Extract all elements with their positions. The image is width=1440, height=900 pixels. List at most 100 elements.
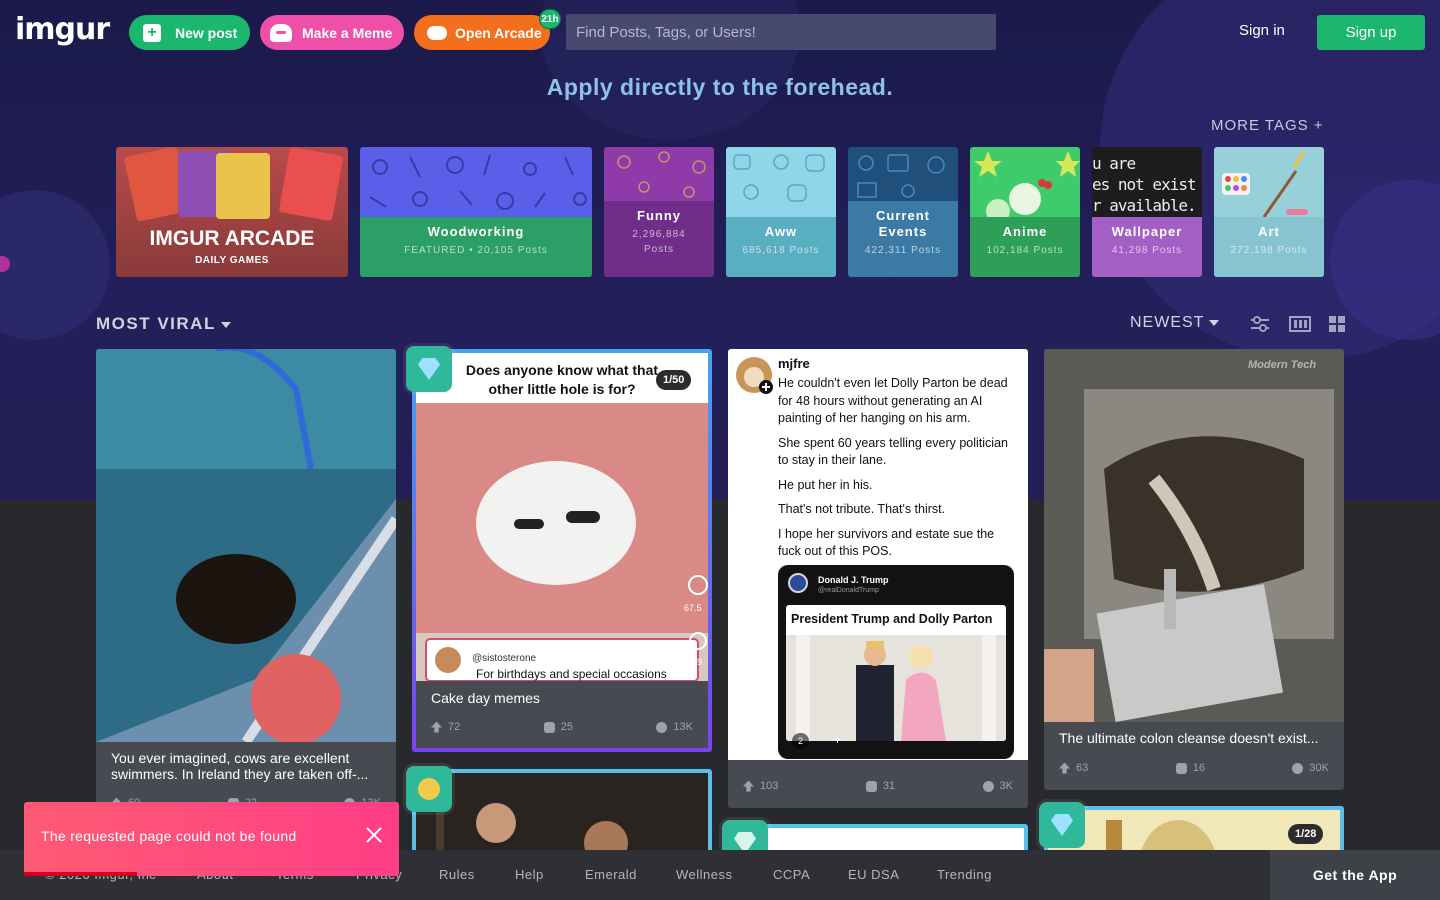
- eye-icon: [656, 721, 668, 733]
- trophy-gem-icon: [1039, 802, 1085, 848]
- footer-link-trending[interactable]: Trending: [937, 867, 992, 882]
- post-title: Cake day memes: [431, 690, 540, 706]
- tag-band: Art 272,198 Posts: [1214, 217, 1324, 277]
- album-counter: 1/28: [1288, 824, 1324, 844]
- close-icon[interactable]: [365, 826, 383, 844]
- tag-sub: 422,311 Posts: [864, 245, 942, 256]
- tag-sub: DAILY GAMES: [195, 255, 269, 266]
- avatar: [736, 357, 773, 394]
- sign-up-button[interactable]: Sign up: [1317, 15, 1425, 50]
- tag-band: Funny 2,296,884 Posts: [604, 201, 714, 277]
- post-image: [96, 349, 396, 742]
- meme-face-icon: [270, 23, 292, 42]
- eye-icon: [982, 780, 994, 792]
- footer-link-eu-dsa[interactable]: EU DSA: [848, 867, 899, 882]
- tag-imgur-arcade[interactable]: IMGUR ARCADE DAILY GAMES: [116, 147, 348, 277]
- footer-link-rules[interactable]: Rules: [439, 867, 475, 882]
- upvote-icon: [743, 780, 754, 792]
- open-arcade-button[interactable]: Open Arcade: [414, 15, 550, 50]
- get-app-button[interactable]: Get the App: [1270, 850, 1440, 900]
- embed-counter: 2: [792, 733, 810, 749]
- upvote-count: 103: [743, 780, 778, 792]
- footer-link-help[interactable]: Help: [515, 867, 544, 882]
- tag-name: Woodworking: [427, 224, 525, 239]
- upvote-count: 63: [1059, 762, 1088, 774]
- tag-name: Art: [1258, 224, 1280, 239]
- make-meme-label: Make a Meme: [302, 24, 393, 41]
- post-author: mjfre: [778, 356, 810, 371]
- search-input[interactable]: [566, 14, 996, 50]
- upvote-icon: [1059, 762, 1070, 774]
- image-comments: 49: [692, 657, 703, 667]
- album-counter: 1/50: [656, 370, 692, 390]
- open-arcade-label: Open Arcade: [455, 24, 542, 41]
- embed-name: Donald J. Trump: [818, 575, 889, 585]
- embedded-post: Donald J. Trump @realDonaldTrump Preside…: [778, 565, 1014, 759]
- plus-icon: +: [143, 23, 161, 42]
- view-count: 3K: [982, 780, 1013, 792]
- make-meme-button[interactable]: Make a Meme: [260, 15, 404, 50]
- sign-in-link[interactable]: Sign in: [1239, 22, 1285, 39]
- post-stats: 63 16 30K: [1059, 762, 1329, 774]
- footer-link-emerald[interactable]: Emerald: [585, 867, 637, 882]
- view-count: 30K: [1292, 762, 1329, 774]
- filter-icon[interactable]: [1250, 315, 1270, 333]
- embed-title: President Trump and Dolly Parton: [791, 612, 993, 626]
- footer-link-ccpa[interactable]: CCPA: [773, 867, 810, 882]
- tag-name: Funny: [637, 208, 681, 223]
- tag-aww[interactable]: Aww 685,618 Posts: [726, 147, 836, 277]
- post-stats: 103 31 3K: [743, 780, 1013, 792]
- post-title: You ever imagined, cows are excellent sw…: [111, 750, 369, 782]
- section-sort-dropdown[interactable]: MOST VIRAL: [96, 314, 231, 334]
- comment-count: 25: [543, 721, 573, 733]
- post-card[interactable]: mjfre He couldn't even let Dolly Parton …: [728, 349, 1028, 808]
- embed-image: [786, 635, 1006, 741]
- comment-count: 16: [1175, 762, 1205, 774]
- tag-woodworking[interactable]: Woodworking FEATURED • 20,105 Posts: [360, 147, 592, 277]
- tag-sub: 102,184 Posts: [986, 245, 1064, 256]
- wallpaper-image-text: u are es not exist r available.: [1092, 154, 1197, 215]
- tag-anime[interactable]: Anime 102,184 Posts: [970, 147, 1080, 277]
- post-card[interactable]: You ever imagined, cows are excellent sw…: [96, 349, 396, 819]
- eye-icon: [1292, 762, 1304, 774]
- view-count: 13K: [656, 721, 693, 733]
- plus-icon: +: [834, 733, 842, 747]
- post-text: He couldn't even let Dolly Parton be dea…: [778, 376, 1008, 558]
- new-post-button[interactable]: + New post: [129, 15, 250, 50]
- order-sort-dropdown[interactable]: NEWEST: [1130, 314, 1220, 332]
- tag-wallpaper[interactable]: u are es not exist r available. Wallpape…: [1092, 147, 1202, 277]
- upvote-count: 72: [431, 721, 460, 733]
- tag-sub: 41,298 Posts: [1111, 245, 1183, 256]
- trophy-gem-icon: [406, 766, 452, 812]
- grid-view-icon[interactable]: [1327, 315, 1347, 333]
- list-view-icon[interactable]: [1289, 315, 1311, 333]
- tag-funny[interactable]: Funny 2,296,884 Posts: [604, 147, 714, 277]
- post-title: The ultimate colon cleanse doesn't exist…: [1059, 730, 1319, 746]
- post-stats: 72 25 13K: [431, 721, 693, 733]
- tag-band: Anime 102,184 Posts: [970, 217, 1080, 277]
- post-card[interactable]: Modern Tech The ultimate colon cleanse d…: [1044, 349, 1344, 790]
- tag-art[interactable]: Art 272,198 Posts: [1214, 147, 1324, 277]
- image-watermark: Modern Tech: [1248, 359, 1317, 371]
- footer-link-wellness[interactable]: Wellness: [676, 867, 733, 882]
- tag-name: IMGUR ARCADE: [149, 227, 315, 250]
- imgur-logo[interactable]: imgur: [15, 12, 110, 47]
- tag-name: Aww: [764, 224, 798, 239]
- image-handle: @sistosterone: [472, 653, 537, 664]
- post-image: [1044, 349, 1344, 722]
- comment-icon: [865, 780, 877, 792]
- arcade-timer-badge: 21h: [539, 9, 561, 29]
- gamepad-icon: [427, 25, 447, 40]
- tag-band: Woodworking FEATURED • 20,105 Posts: [360, 217, 592, 277]
- more-tags-link[interactable]: MORE TAGS +: [1211, 117, 1324, 134]
- tag-band: Aww 685,618 Posts: [726, 217, 836, 277]
- upvote-icon: [431, 721, 442, 733]
- image-comment: For birthdays and special occasions: [476, 667, 667, 681]
- comment-icon: [1175, 762, 1187, 774]
- trophy-gem-icon: [406, 346, 452, 392]
- tag-current-events[interactable]: Current Events 422,311 Posts: [848, 147, 958, 277]
- post-card[interactable]: Does anyone know what that other little h…: [412, 349, 712, 752]
- chevron-down-icon: [220, 321, 231, 328]
- chevron-down-icon: [1209, 319, 1220, 326]
- error-toast: The requested page could not be found: [24, 802, 399, 876]
